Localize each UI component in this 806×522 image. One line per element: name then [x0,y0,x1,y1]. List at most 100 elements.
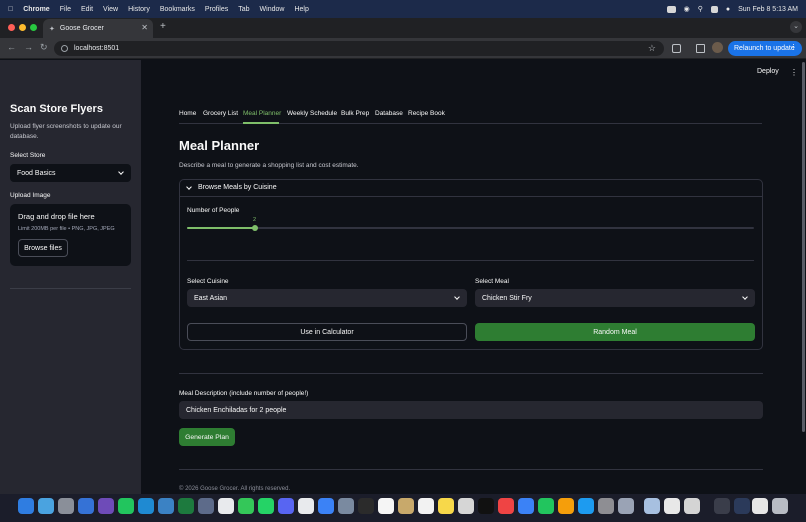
relaunch-button[interactable]: Relaunch to update ⋮ [728,41,802,56]
terminal-icon[interactable] [358,498,374,514]
use-in-calculator-button[interactable]: Use in Calculator [187,323,467,341]
tab-database[interactable]: Database [375,110,403,117]
preview-icon[interactable] [644,498,660,514]
tab-grocery-list[interactable]: Grocery List [203,110,238,117]
safari-icon[interactable] [38,498,54,514]
tab-bulk-prep[interactable]: Bulk Prep [341,110,369,117]
messages-icon[interactable] [238,498,254,514]
random-meal-button[interactable]: Random Meal [475,323,755,341]
wifi-icon[interactable]: ◉ [684,5,690,13]
menu-file[interactable]: File [60,6,71,13]
search-icon[interactable]: ⚲ [698,5,703,13]
system-settings-icon[interactable] [598,498,614,514]
app-icon[interactable] [398,498,414,514]
app-icon[interactable] [198,498,214,514]
app-icon[interactable] [458,498,474,514]
news-icon[interactable] [498,498,514,514]
address-bar[interactable]: localhost:8501 ☆ [54,41,664,56]
people-slider-thumb[interactable] [252,225,259,231]
trash-icon[interactable] [772,498,788,514]
meal-select-value: Chicken Stir Fry [482,294,532,302]
whatsapp-icon[interactable] [258,498,274,514]
back-icon[interactable]: ← [7,42,16,52]
tab-weekly-schedule[interactable]: Weekly Schedule [287,110,337,117]
tab-home[interactable]: Home [179,110,196,117]
cuisine-select-value: East Asian [194,294,228,302]
pycharm-icon[interactable] [118,498,134,514]
reload-icon[interactable]: ↻ [40,42,48,53]
meal-description-label: Meal Description (include number of peop… [179,390,309,397]
macos-menu-bar:  Chrome File Edit View History Bookmark… [0,0,806,18]
keynote-icon[interactable] [518,498,534,514]
cuisine-select[interactable]: East Asian [187,289,467,307]
notes-icon[interactable] [438,498,454,514]
numbers-icon[interactable] [538,498,554,514]
clock-text[interactable]: Sun Feb 8 5:13 AM [738,6,798,13]
menu-view[interactable]: View [103,6,118,13]
browser-tab[interactable]: ✦ Goose Grocer ✕ [43,19,153,38]
app-icon[interactable] [158,498,174,514]
menu-history[interactable]: History [128,6,150,13]
tab-search-icon[interactable]: ⌄ [790,21,802,33]
app-menu-icon[interactable]: ⋮ [790,68,798,77]
vscode-icon[interactable] [138,498,154,514]
sidebar-divider [10,288,131,289]
close-window-button[interactable] [8,24,15,31]
minimize-window-button[interactable] [19,24,26,31]
zoom-window-button[interactable] [30,24,37,31]
store-select[interactable]: Food Basics [10,164,131,182]
reminders-icon[interactable] [418,498,434,514]
chevron-down-icon [742,294,748,300]
calendar-icon[interactable] [378,498,394,514]
battery-icon[interactable] [666,5,676,13]
excel-icon[interactable] [178,498,194,514]
chevron-down-icon [454,294,460,300]
menu-window[interactable]: Window [260,6,285,13]
profile-avatar[interactable] [712,42,723,53]
new-tab-icon[interactable]: + [160,21,166,32]
page-scrollbar[interactable] [802,62,805,432]
meal-select[interactable]: Chicken Stir Fry [475,289,755,307]
people-slider-track[interactable] [187,227,754,229]
app-store-icon[interactable] [578,498,594,514]
visual-studio-icon[interactable] [98,498,114,514]
deploy-button[interactable]: Deploy [757,68,779,75]
mail-icon[interactable] [318,498,334,514]
site-info-icon[interactable] [61,45,68,52]
downloads-stack-icon[interactable] [714,498,730,514]
tv-icon[interactable] [478,498,494,514]
menu-tab[interactable]: Tab [238,6,249,13]
menu-app-name[interactable]: Chrome [23,6,49,13]
tab-meal-planner[interactable]: Meal Planner [243,110,281,117]
chrome-icon[interactable] [218,498,234,514]
menu-help[interactable]: Help [294,6,308,13]
browse-files-button[interactable]: Browse files [18,239,68,257]
discord-icon[interactable] [278,498,294,514]
slack-icon[interactable] [298,498,314,514]
menu-bookmarks[interactable]: Bookmarks [160,6,195,13]
generate-plan-button[interactable]: Generate Plan [179,428,235,446]
app-icon[interactable] [664,498,680,514]
menu-profiles[interactable]: Profiles [205,6,228,13]
finder-icon[interactable] [18,498,34,514]
control-center-icon[interactable] [710,5,718,13]
chrome-menu-icon[interactable]: ⋮ [790,43,797,51]
apple-icon[interactable]:  [8,6,13,13]
app-icon[interactable] [618,498,634,514]
forward-icon[interactable]: → [24,42,33,52]
pages-icon[interactable] [558,498,574,514]
tab-recipe-book[interactable]: Recipe Book [408,110,445,117]
download-icon[interactable] [696,44,705,53]
windows-app-icon[interactable] [78,498,94,514]
app-icon[interactable] [734,498,750,514]
launchpad-icon[interactable] [58,498,74,514]
meal-description-input[interactable]: Chicken Enchiladas for 2 people [179,401,763,419]
app-icon[interactable] [684,498,700,514]
siri-icon[interactable]: ● [726,6,730,13]
bookmark-star-icon[interactable]: ☆ [648,43,656,54]
app-icon[interactable] [752,498,768,514]
menu-edit[interactable]: Edit [81,6,93,13]
extensions-icon[interactable] [672,44,681,53]
app-icon[interactable] [338,498,354,514]
close-tab-icon[interactable]: ✕ [141,23,148,32]
